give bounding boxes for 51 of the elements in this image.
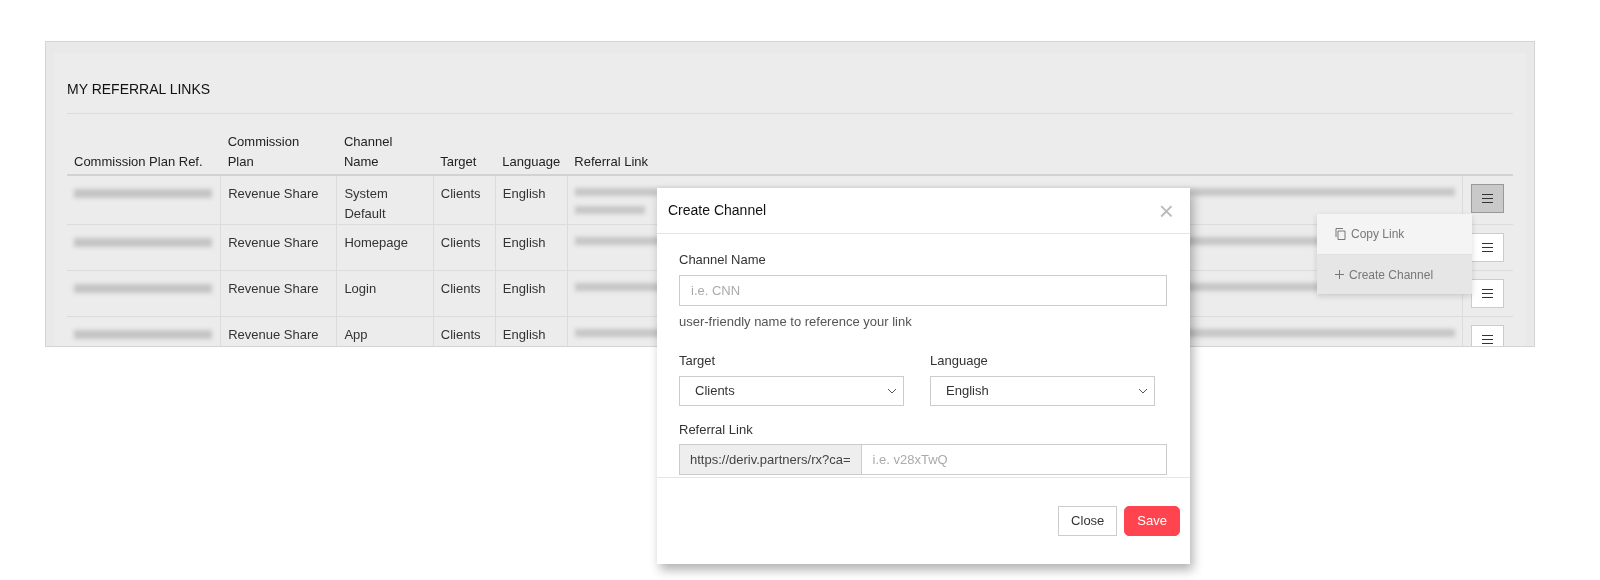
table-cell: Clients bbox=[440, 327, 481, 342]
blurred-text bbox=[574, 206, 645, 214]
menu-item[interactable]: Copy Link bbox=[1317, 214, 1472, 254]
menu-icon bbox=[1481, 194, 1493, 203]
table-cell: Clients bbox=[440, 235, 481, 250]
table-cell: English bbox=[502, 186, 546, 201]
column-header: Language bbox=[502, 152, 561, 171]
table-cell: Clients bbox=[440, 281, 481, 296]
column-header: Referral Link bbox=[574, 152, 648, 171]
copy-icon bbox=[1335, 228, 1346, 240]
column-header: Commission Plan bbox=[227, 133, 301, 171]
table-cell: English bbox=[502, 327, 546, 342]
dialog-title: Create Channel bbox=[668, 201, 767, 220]
menu-icon bbox=[1481, 289, 1493, 298]
table-cell-text: App bbox=[344, 326, 369, 344]
input-field[interactable]: i.e. v28xTwQ bbox=[861, 444, 1167, 475]
save-button[interactable]: Save bbox=[1124, 506, 1180, 536]
table-cell-text: Login bbox=[344, 280, 378, 298]
field-label: Channel Name bbox=[679, 251, 766, 269]
table-cell: Revenue Share bbox=[228, 235, 319, 250]
panel-title: MY REFERRAL LINKS bbox=[67, 81, 211, 97]
menu-button[interactable] bbox=[1470, 184, 1504, 213]
menu-icon bbox=[1481, 243, 1493, 252]
table-cell: Revenue Share bbox=[228, 281, 319, 296]
field-label: Target bbox=[679, 352, 716, 370]
input-field[interactable]: i.e. CNN bbox=[679, 274, 1167, 306]
select-field[interactable]: English bbox=[930, 375, 1155, 406]
select-field[interactable]: Clients bbox=[679, 375, 904, 406]
table-cell: Clients bbox=[440, 186, 481, 201]
plus-icon bbox=[1335, 270, 1344, 279]
menu-icon bbox=[1481, 335, 1493, 344]
menu-button[interactable] bbox=[1470, 325, 1504, 346]
column-header: Channel Name bbox=[343, 133, 394, 171]
field-label: Language bbox=[930, 352, 988, 370]
table-cell: Revenue Share bbox=[228, 327, 319, 342]
menu-button[interactable] bbox=[1470, 233, 1504, 262]
column-header: Target bbox=[440, 152, 477, 171]
close-button[interactable]: Close bbox=[1058, 506, 1118, 536]
field-label: Referral Link bbox=[679, 420, 753, 439]
menu-item[interactable]: Create Channel bbox=[1317, 254, 1472, 294]
url-prefix: https://deriv.partners/rx?ca= bbox=[679, 444, 862, 475]
table-cell: Revenue Share bbox=[228, 186, 319, 201]
chevron-down-icon bbox=[887, 387, 897, 394]
table-cell: English bbox=[502, 235, 546, 250]
table-cell: English bbox=[502, 281, 546, 296]
menu-button[interactable] bbox=[1470, 279, 1504, 308]
column-header: Commission Plan Ref. bbox=[74, 152, 203, 171]
chevron-down-icon bbox=[1138, 387, 1148, 394]
table-cell-text: System Default bbox=[344, 185, 389, 223]
help-text: user-friendly name to reference your link bbox=[679, 312, 912, 331]
table-cell-text: Homepage bbox=[344, 234, 409, 252]
